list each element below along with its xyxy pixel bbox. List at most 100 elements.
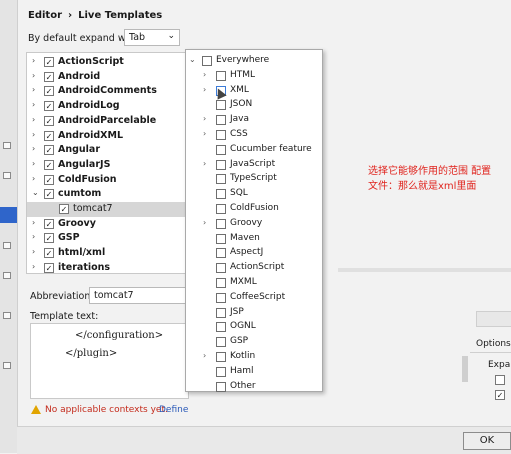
template-group[interactable]: › ✓ Android [27,70,188,85]
context-item[interactable]: Maven [186,232,322,246]
context-item[interactable]: › HTML [186,69,322,83]
edit-variables-button[interactable] [476,311,511,327]
ok-button[interactable]: OK [463,432,511,450]
template-checkbox[interactable]: ✓ [44,115,54,126]
template-checkbox[interactable]: ✓ [44,71,54,82]
define-context-link[interactable]: Define [159,405,188,415]
context-checkbox[interactable] [216,189,226,200]
chevron-right-icon[interactable]: › [32,130,35,139]
context-item[interactable]: GSP [186,335,322,349]
context-item[interactable]: › Groovy [186,217,322,231]
chevron-right-icon[interactable]: › [203,129,206,138]
chevron-right-icon[interactable]: › [32,85,35,94]
template-group[interactable]: › ✓ ColdFusion [27,173,188,188]
context-popup[interactable]: ⌄ Everywhere › HTML › XML JSON › Java › CSS Cucumbe… [185,49,323,392]
context-checkbox[interactable] [216,233,226,244]
context-checkbox[interactable] [216,307,226,318]
context-item[interactable]: JSP [186,306,322,320]
context-checkbox[interactable] [216,174,226,185]
context-checkbox[interactable] [216,130,226,140]
context-checkbox[interactable] [216,70,226,81]
template-group[interactable]: › ✓ GSP [27,231,188,246]
context-item[interactable]: › XML [186,84,322,98]
expand-with-select[interactable]: Tab ⌄ [124,29,180,46]
context-checkbox[interactable] [216,292,226,303]
context-item[interactable]: SQL [186,187,322,201]
context-item[interactable]: AspectJ [186,246,322,260]
context-checkbox[interactable] [216,366,226,377]
context-checkbox[interactable] [216,381,226,392]
context-item[interactable]: OGNL [186,320,322,334]
abbreviation-input[interactable]: tomcat7 [89,287,189,304]
template-checkbox[interactable]: ✓ [44,159,54,170]
breadcrumb-root[interactable]: Editor [28,10,62,21]
chevron-right-icon[interactable]: › [32,159,35,168]
template-checkbox[interactable]: ✓ [44,189,54,200]
template-checkbox[interactable]: ✓ [44,145,54,156]
context-checkbox[interactable] [216,322,226,333]
chevron-down-icon[interactable]: ⌄ [189,55,196,64]
context-item[interactable]: Haml [186,365,322,379]
template-checkbox[interactable]: ✓ [44,86,54,97]
context-item[interactable]: Cucumber feature [186,143,322,157]
context-item[interactable]: CoffeeScript [186,291,322,305]
template-group[interactable]: › ✓ html/xml [27,246,188,261]
context-checkbox[interactable] [216,100,226,111]
context-item[interactable]: JSON [186,98,322,112]
context-item[interactable]: ⌄ Everywhere [186,54,322,68]
chevron-right-icon[interactable]: › [32,218,35,227]
context-item[interactable]: › Java [186,113,322,127]
chevron-right-icon[interactable]: › [32,262,35,271]
template-checkbox[interactable]: ✓ [44,233,54,244]
chevron-down-icon[interactable]: ⌄ [32,188,39,197]
context-checkbox[interactable] [216,144,226,155]
template-checkbox[interactable]: ✓ [44,262,54,273]
chevron-right-icon[interactable]: › [32,71,35,80]
template-checkbox[interactable]: ✓ [44,174,54,185]
chevron-right-icon[interactable]: › [203,351,206,360]
template-checkbox[interactable]: ✓ [44,101,54,112]
context-item[interactable]: MXML [186,276,322,290]
context-checkbox[interactable] [216,278,226,288]
context-item[interactable]: › CSS [186,128,322,142]
chevron-right-icon[interactable]: › [32,232,35,241]
option-checkbox[interactable] [495,375,505,385]
context-item[interactable]: TypeScript [186,172,322,186]
template-text-editor[interactable]: </configuration> </plugin> [30,323,189,399]
context-checkbox[interactable] [202,56,212,66]
context-item[interactable]: › Kotlin [186,350,322,364]
chevron-right-icon[interactable]: › [203,85,206,94]
chevron-right-icon[interactable]: › [32,247,35,256]
chevron-right-icon[interactable]: › [32,100,35,109]
option-checkbox[interactable]: ✓ [495,390,505,400]
template-group[interactable]: › ✓ iterations [27,261,188,273]
chevron-right-icon[interactable]: › [32,174,35,183]
context-item[interactable]: Other [186,380,322,394]
vertical-scrollbar[interactable] [462,356,468,382]
template-group[interactable]: › ✓ AngularJS [27,158,188,173]
template-group[interactable]: › ✓ AndroidParcelable [27,114,188,129]
template-group[interactable]: ⌄ ✓ cumtom [27,187,188,202]
chevron-right-icon[interactable]: › [32,56,35,65]
template-checkbox[interactable]: ✓ [44,57,54,67]
template-group[interactable]: › ✓ AndroidLog [27,99,188,114]
chevron-right-icon[interactable]: › [203,114,206,123]
context-checkbox[interactable] [216,218,226,229]
template-groups-list[interactable]: › ✓ ActionScript › ✓ Android › ✓ AndroidComments… [26,52,189,274]
context-item[interactable]: ColdFusion [186,202,322,216]
context-checkbox[interactable] [216,204,226,214]
context-checkbox[interactable] [216,263,226,274]
chevron-right-icon[interactable]: › [203,218,206,227]
context-checkbox[interactable] [216,352,226,362]
template-group[interactable]: › ✓ Groovy [27,217,188,232]
selected-nav-marker[interactable] [0,207,17,223]
template-item[interactable]: ✓ tomcat7 [27,202,188,217]
chevron-right-icon[interactable]: › [203,70,206,79]
context-item[interactable]: ActionScript [186,261,322,275]
context-checkbox[interactable] [216,159,226,170]
template-group[interactable]: › ✓ AndroidComments [27,84,188,99]
template-checkbox[interactable]: ✓ [44,248,54,259]
chevron-right-icon[interactable]: › [203,159,206,168]
context-checkbox[interactable] [216,248,226,259]
context-item[interactable]: › JavaScript [186,158,322,172]
